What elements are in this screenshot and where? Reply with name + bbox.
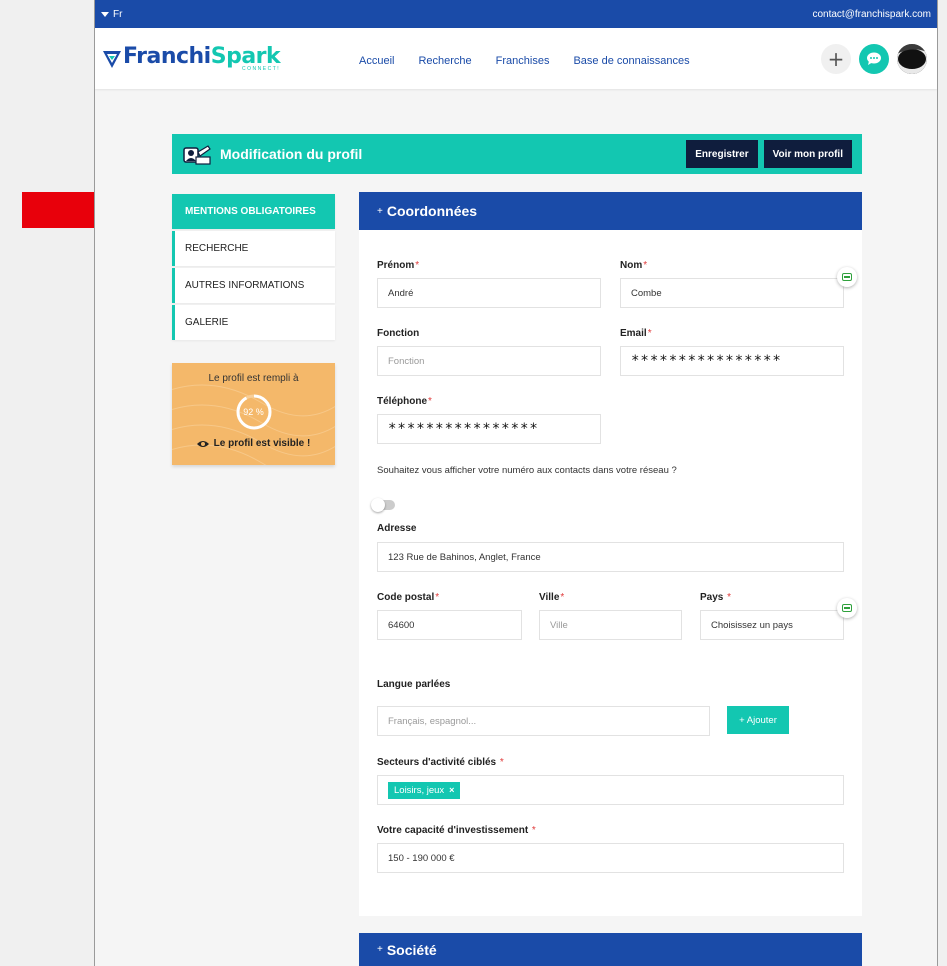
nav-accueil[interactable]: Accueil [359, 55, 394, 67]
ville-label: Ville* [539, 592, 565, 603]
email-input[interactable]: **************** [620, 346, 844, 376]
id-card-icon[interactable] [837, 267, 857, 287]
progress-percent: 92 % [243, 407, 264, 417]
chat-icon[interactable] [859, 44, 889, 74]
ville-input[interactable]: Ville [539, 610, 682, 640]
logo-mark-icon [103, 51, 121, 68]
main-nav: Accueil Recherche Franchises Base de con… [359, 55, 690, 67]
sidemenu-item-autres-informations[interactable]: AUTRES INFORMATIONS [172, 268, 335, 303]
avatar[interactable] [897, 44, 927, 74]
nav-franchises[interactable]: Franchises [496, 55, 550, 67]
logo[interactable]: FranchiSpark CONNECT! [101, 45, 351, 72]
secteurs-input[interactable]: Loisirs, jeux × [377, 775, 844, 805]
fonction-input[interactable]: Fonction [377, 346, 601, 376]
prenom-input[interactable]: André [377, 278, 601, 308]
language-selector[interactable]: Fr [101, 9, 122, 20]
save-button[interactable]: Enregistrer [686, 140, 758, 168]
code-postal-label: Code postal* [377, 592, 440, 603]
coordonnees-panel: + Coordonnées Prénom* André Nom* Combe Fo… [359, 192, 862, 916]
show-phone-toggle[interactable] [371, 498, 395, 512]
progress-title: Le profil est rempli à [208, 373, 299, 384]
profile-visible-status: Le profil est visible ! [196, 438, 310, 449]
secteur-tag: Loisirs, jeux × [388, 781, 461, 799]
profile-progress-card: Le profil est rempli à 92 % Le profil es… [172, 363, 335, 465]
prenom-label: Prénom* [377, 260, 420, 271]
langues-label: Langue parlées [377, 679, 451, 690]
email-label: Email* [620, 328, 652, 339]
sidemenu-item-galerie[interactable]: GALERIE [172, 305, 335, 340]
langues-input[interactable]: Français, espagnol... [377, 706, 710, 736]
adresse-input[interactable]: 123 Rue de Bahinos, Anglet, France [377, 542, 844, 572]
investissement-input[interactable]: 150 - 190 000 € [377, 843, 844, 873]
id-card-icon[interactable] [837, 598, 857, 618]
browser-frame: Fr contact@franchispark.com FranchiSpark… [94, 0, 938, 966]
telephone-input[interactable]: **************** [377, 414, 601, 444]
pays-select[interactable]: Choisissez un pays [700, 610, 844, 640]
section-header-societe[interactable]: + Société [359, 933, 862, 966]
telephone-label: Téléphone* [377, 396, 432, 407]
sidemenu-item-recherche[interactable]: RECHERCHE [172, 231, 335, 266]
nom-label: Nom* [620, 260, 648, 271]
eye-icon [196, 440, 209, 447]
adresse-label: Adresse [377, 523, 417, 534]
code-postal-input[interactable]: 64600 [377, 610, 522, 640]
contact-email-link[interactable]: contact@franchispark.com [812, 9, 931, 20]
profile-edit-icon [183, 145, 211, 165]
secteurs-label: Secteurs d'activité ciblés * [377, 757, 504, 768]
fonction-label: Fonction [377, 328, 420, 339]
profile-side-menu: MENTIONS OBLIGATOIRES RECHERCHE AUTRES I… [172, 194, 335, 342]
top-bar: Fr contact@franchispark.com [95, 0, 937, 28]
add-language-button[interactable]: + Ajouter [727, 706, 789, 734]
pays-label: Pays * [700, 592, 732, 603]
caret-down-icon [101, 11, 109, 17]
remove-tag-icon[interactable]: × [449, 785, 454, 795]
sidemenu-item-mentions-obligatoires[interactable]: MENTIONS OBLIGATOIRES [172, 194, 335, 229]
view-profile-button[interactable]: Voir mon profil [763, 140, 852, 168]
nav-recherche[interactable]: Recherche [418, 55, 471, 67]
show-phone-question: Souhaitez vous afficher votre numéro aux… [377, 465, 677, 476]
page-title: Modification du profil [220, 146, 363, 162]
section-header-coordonnees[interactable]: + Coordonnées [359, 192, 862, 230]
plus-icon[interactable]: + [821, 44, 851, 74]
nom-input[interactable]: Combe [620, 278, 844, 308]
profile-banner: Modification du profil Enregistrer Voir … [172, 134, 862, 174]
investissement-label: Votre capacité d'investissement * [377, 825, 536, 836]
nav-base-connaissances[interactable]: Base de connaissances [573, 55, 689, 67]
site-header: FranchiSpark CONNECT! Accueil Recherche … [95, 28, 937, 89]
progress-ring: 92 % [234, 392, 274, 432]
